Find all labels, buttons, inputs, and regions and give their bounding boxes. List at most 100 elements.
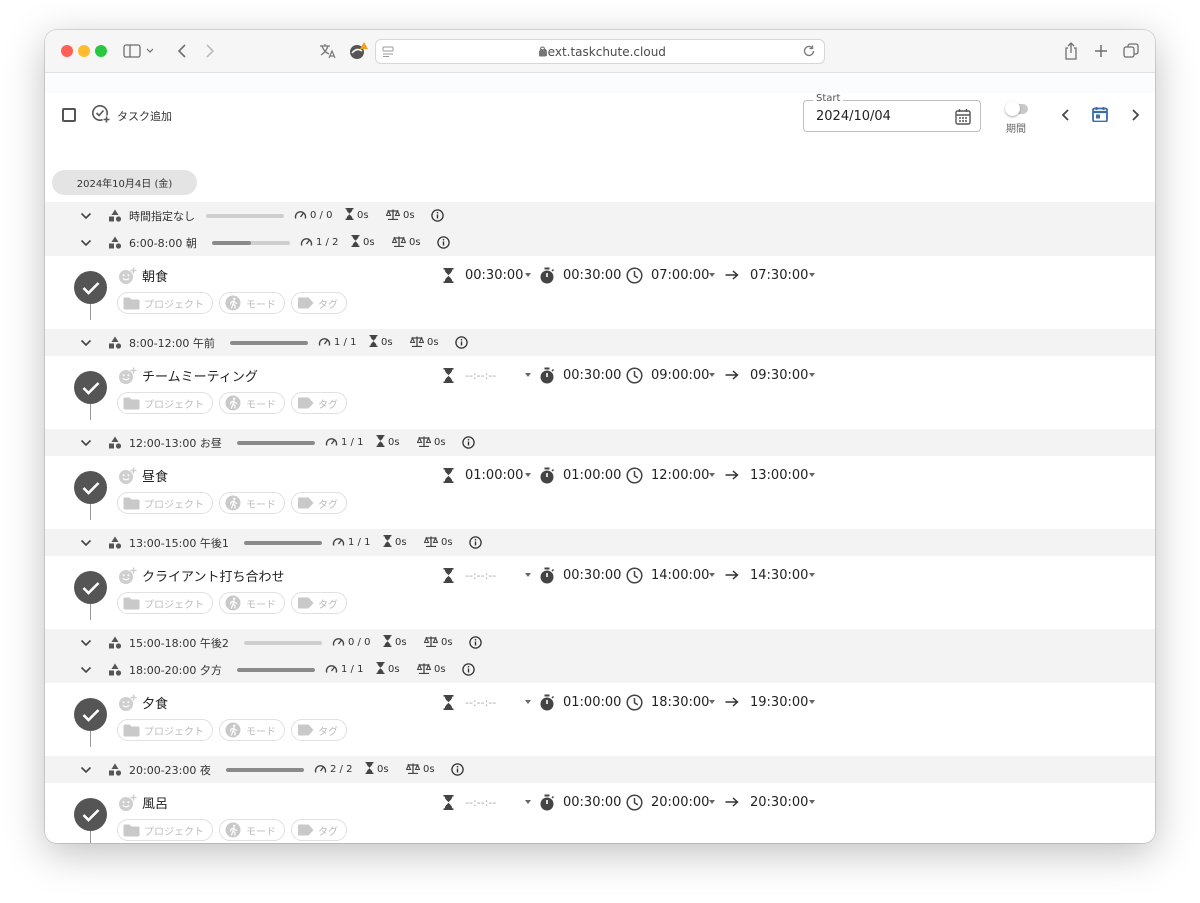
end-dropdown-caret[interactable]	[809, 566, 815, 584]
tag-chip[interactable]: タグ	[291, 392, 347, 414]
task-row[interactable]: 朝食 00:30:00 00:30:00 07:00:00 07:30:00 プロジェクト…	[45, 256, 1155, 329]
task-name[interactable]: 昼食	[142, 466, 168, 485]
add-reaction-icon[interactable]	[118, 794, 137, 816]
forward-icon[interactable]	[203, 40, 217, 62]
task-start-time[interactable]: 12:00:00	[651, 466, 709, 484]
start-dropdown-caret[interactable]	[709, 366, 715, 384]
info-icon[interactable]	[431, 202, 444, 229]
task-row[interactable]: クライアント打ち合わせ --:--:-- 00:30:00 14:00:00 14:30…	[45, 556, 1155, 629]
end-dropdown-caret[interactable]	[809, 793, 815, 811]
start-dropdown-caret[interactable]	[709, 693, 715, 711]
task-estimate[interactable]: --:--:--	[465, 566, 496, 584]
task-actual[interactable]: 01:00:00	[563, 466, 621, 484]
end-dropdown-caret[interactable]	[809, 366, 815, 384]
tag-chip[interactable]: タグ	[291, 719, 347, 741]
check-circle-icon[interactable]	[74, 471, 107, 504]
info-icon[interactable]	[437, 229, 450, 256]
estimate-dropdown-caret[interactable]	[525, 566, 531, 584]
extension-translate-icon[interactable]	[317, 40, 337, 62]
window-close-button[interactable]	[61, 45, 73, 57]
mode-chip[interactable]: モード	[219, 492, 285, 514]
chevron-down-icon[interactable]	[80, 429, 92, 456]
chevron-down-icon[interactable]	[80, 529, 92, 556]
task-start-time[interactable]: 14:00:00	[651, 566, 709, 584]
chevron-down-icon[interactable]	[80, 629, 92, 656]
project-chip[interactable]: プロジェクト	[117, 292, 213, 314]
mode-chip[interactable]: モード	[219, 592, 285, 614]
task-start-time[interactable]: 18:30:00	[651, 693, 709, 711]
estimate-dropdown-caret[interactable]	[525, 793, 531, 811]
info-icon[interactable]	[462, 429, 475, 456]
chevron-down-icon[interactable]	[80, 329, 92, 356]
date-chip[interactable]: 2024年10月4日 (金)	[52, 170, 197, 195]
window-minimize-button[interactable]	[78, 45, 90, 57]
select-all-checkbox[interactable]	[62, 108, 76, 122]
tab-overview-icon[interactable]	[1123, 40, 1139, 62]
task-row[interactable]: 風呂 --:--:-- 00:30:00 20:00:00 20:30:00 プロジェクト…	[45, 783, 1155, 843]
tag-chip[interactable]: タグ	[291, 592, 347, 614]
check-circle-icon[interactable]	[74, 371, 107, 404]
end-dropdown-caret[interactable]	[809, 693, 815, 711]
task-end-time[interactable]: 09:30:00	[750, 366, 808, 384]
task-start-time[interactable]: 09:00:00	[651, 366, 709, 384]
chevron-down-icon[interactable]	[80, 202, 92, 229]
check-circle-icon[interactable]	[74, 698, 107, 731]
task-name[interactable]: 夕食	[142, 693, 168, 712]
check-circle-icon[interactable]	[74, 798, 107, 831]
start-dropdown-caret[interactable]	[709, 566, 715, 584]
task-end-time[interactable]: 13:00:00	[750, 466, 808, 484]
task-name[interactable]: クライアント打ち合わせ	[142, 566, 284, 585]
reload-icon[interactable]	[802, 44, 816, 61]
share-icon[interactable]	[1063, 40, 1079, 62]
mode-chip[interactable]: モード	[219, 392, 285, 414]
end-dropdown-caret[interactable]	[809, 266, 815, 284]
project-chip[interactable]: プロジェクト	[117, 392, 213, 414]
info-icon[interactable]	[469, 629, 482, 656]
today-calendar-icon[interactable]	[1092, 106, 1108, 126]
task-estimate[interactable]: --:--:--	[465, 793, 496, 811]
window-zoom-button[interactable]	[95, 45, 107, 57]
task-name[interactable]: チームミーティング	[142, 366, 258, 385]
task-estimate[interactable]: 00:30:00	[465, 266, 523, 284]
task-end-time[interactable]: 19:30:00	[750, 693, 808, 711]
start-dropdown-caret[interactable]	[709, 266, 715, 284]
task-name[interactable]: 風呂	[142, 793, 168, 812]
task-actual[interactable]: 00:30:00	[563, 366, 621, 384]
add-reaction-icon[interactable]	[118, 367, 137, 389]
sidebar-icon[interactable]	[123, 40, 153, 62]
task-row[interactable]: チームミーティング --:--:-- 00:30:00 09:00:00 09:30:0…	[45, 356, 1155, 429]
estimate-dropdown-caret[interactable]	[525, 366, 531, 384]
task-end-time[interactable]: 14:30:00	[750, 566, 808, 584]
add-reaction-icon[interactable]	[118, 694, 137, 716]
add-task-button[interactable]: タスク追加	[91, 104, 172, 127]
task-end-time[interactable]: 20:30:00	[750, 793, 808, 811]
chevron-down-icon[interactable]	[80, 229, 92, 256]
mode-chip[interactable]: モード	[219, 719, 285, 741]
calendar-icon[interactable]	[955, 108, 971, 129]
task-estimate[interactable]: 01:00:00	[465, 466, 523, 484]
task-estimate[interactable]: --:--:--	[465, 366, 496, 384]
project-chip[interactable]: プロジェクト	[117, 592, 213, 614]
project-chip[interactable]: プロジェクト	[117, 819, 213, 841]
project-chip[interactable]: プロジェクト	[117, 719, 213, 741]
start-date-field[interactable]: Start 2024/10/04	[803, 93, 981, 132]
info-icon[interactable]	[469, 529, 482, 556]
info-icon[interactable]	[462, 656, 475, 683]
task-row[interactable]: 昼食 01:00:00 01:00:00 12:00:00 13:00:00 プロジェクト…	[45, 456, 1155, 529]
mode-chip[interactable]: モード	[219, 819, 285, 841]
start-date-value[interactable]: 2024/10/04	[816, 109, 891, 124]
next-day-icon[interactable]	[1130, 107, 1140, 126]
new-tab-icon[interactable]	[1093, 40, 1109, 62]
estimate-dropdown-caret[interactable]	[525, 466, 531, 484]
task-actual[interactable]: 00:30:00	[563, 793, 621, 811]
estimate-dropdown-caret[interactable]	[525, 266, 531, 284]
tag-chip[interactable]: タグ	[291, 492, 347, 514]
task-start-time[interactable]: 20:00:00	[651, 793, 709, 811]
estimate-dropdown-caret[interactable]	[525, 693, 531, 711]
start-dropdown-caret[interactable]	[709, 793, 715, 811]
tag-chip[interactable]: タグ	[291, 292, 347, 314]
info-icon[interactable]	[455, 329, 468, 356]
add-reaction-icon[interactable]	[118, 267, 137, 289]
task-name[interactable]: 朝食	[142, 266, 168, 285]
mode-chip[interactable]: モード	[219, 292, 285, 314]
